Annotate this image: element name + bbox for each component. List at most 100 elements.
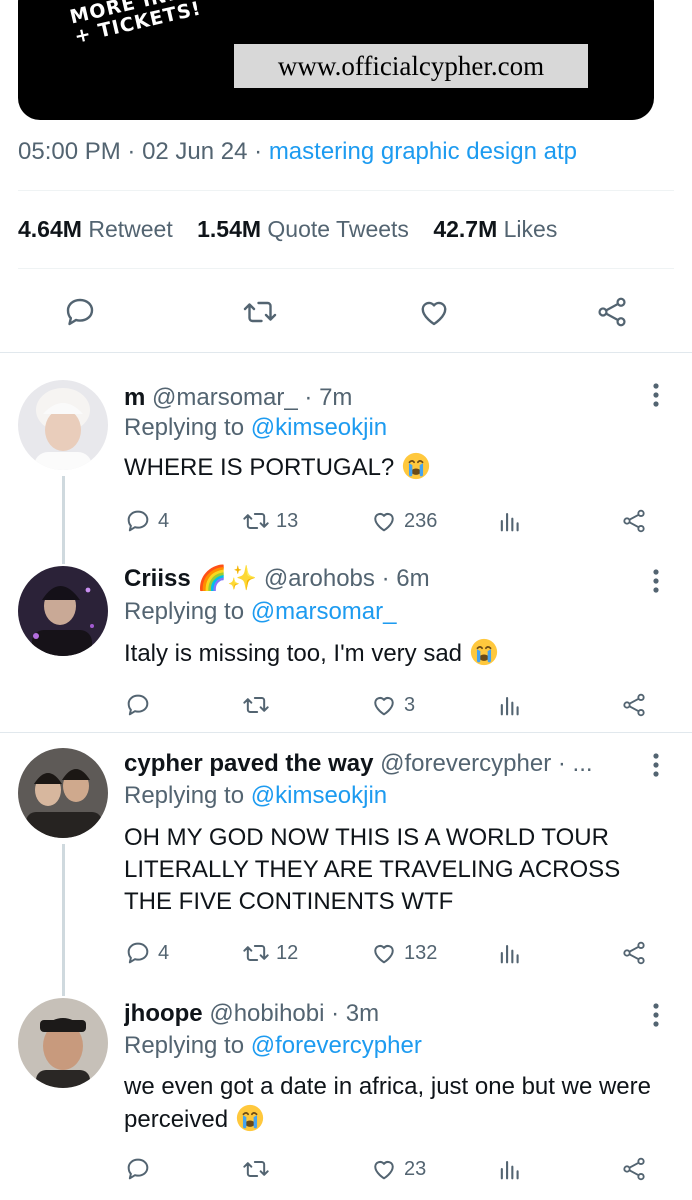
reply-button[interactable]: 4 bbox=[124, 506, 169, 536]
like-count: 23 bbox=[404, 1157, 427, 1180]
like-icon[interactable] bbox=[416, 294, 452, 330]
analytics-button[interactable] bbox=[496, 690, 524, 720]
more-options-icon[interactable] bbox=[646, 1000, 666, 1030]
display-name[interactable]: Criiss 🌈✨ bbox=[124, 565, 257, 592]
share-button[interactable] bbox=[620, 690, 648, 720]
reply-button[interactable] bbox=[124, 1154, 158, 1184]
like-count: 236 bbox=[404, 509, 438, 532]
replying-to-handle[interactable]: @marsomar_ bbox=[251, 598, 397, 625]
quote-stat[interactable]: 1.54M Quote Tweets bbox=[197, 216, 409, 242]
like-icon bbox=[370, 1155, 398, 1183]
share-icon[interactable] bbox=[594, 294, 630, 330]
reply-count: 4 bbox=[158, 941, 170, 964]
avatar[interactable] bbox=[18, 748, 108, 838]
replying-to-handle[interactable]: @forevercypher bbox=[251, 1032, 422, 1059]
tweet-source-link[interactable]: mastering graphic design atp bbox=[269, 138, 577, 165]
replying-prefix: Replying to bbox=[124, 414, 251, 441]
tweet-time: 05:00 PM bbox=[18, 138, 121, 165]
reply-actions: 23 bbox=[124, 1154, 664, 1184]
reply-icon[interactable] bbox=[62, 294, 98, 330]
more-options-icon[interactable] bbox=[646, 750, 666, 780]
retweet-icon bbox=[242, 691, 270, 719]
replying-to-handle[interactable]: @kimseokjin bbox=[251, 782, 387, 809]
handle-and-time[interactable]: @forevercypher · ... bbox=[380, 750, 592, 777]
reply-text: Italy is missing too, I'm very sad bbox=[124, 640, 463, 667]
replying-prefix: Replying to bbox=[124, 598, 251, 625]
reply-icon bbox=[124, 939, 152, 967]
avatar[interactable] bbox=[18, 380, 108, 470]
like-button[interactable]: 3 bbox=[370, 690, 415, 720]
reply-count: 4 bbox=[158, 509, 170, 532]
divider bbox=[18, 268, 674, 269]
more-options-icon[interactable] bbox=[646, 566, 666, 596]
reply-text-wrap: WHERE IS PORTUGAL? bbox=[124, 451, 664, 484]
retweet-button[interactable] bbox=[242, 690, 276, 720]
retweet-button[interactable]: 12 bbox=[242, 938, 298, 968]
like-icon bbox=[370, 507, 398, 535]
likes-stat[interactable]: 42.7M Likes bbox=[433, 216, 557, 242]
tweet-stats: 4.64M Retweet 1.54M Quote Tweets 42.7M L… bbox=[18, 216, 575, 243]
like-button[interactable]: 132 bbox=[370, 938, 437, 968]
handle-and-time[interactable]: @arohobs · 6m bbox=[264, 565, 430, 592]
main-action-bar bbox=[0, 288, 692, 334]
like-button[interactable]: 236 bbox=[370, 506, 437, 536]
reply-header: m @marsomar_ · 7m bbox=[124, 384, 634, 412]
like-icon bbox=[370, 691, 398, 719]
display-name[interactable]: cypher paved the way bbox=[124, 750, 373, 777]
like-button[interactable]: 23 bbox=[370, 1154, 426, 1184]
reply-text: OH MY GOD NOW THIS IS A WORLD TOUR LITER… bbox=[124, 824, 621, 915]
retweet-button[interactable]: 13 bbox=[242, 506, 298, 536]
share-button[interactable] bbox=[620, 506, 648, 536]
reply-actions: 4 13 236 bbox=[124, 506, 664, 536]
tweet-date: 02 Jun 24 bbox=[142, 138, 248, 165]
avatar[interactable] bbox=[18, 998, 108, 1088]
promo-banner-image[interactable]: MORE INFO + TICKETS! www.officialcypher.… bbox=[18, 0, 654, 120]
reply-button[interactable] bbox=[124, 690, 158, 720]
handle-and-time[interactable]: @hobihobi · 3m bbox=[209, 1000, 379, 1027]
analytics-button[interactable] bbox=[496, 938, 524, 968]
share-button[interactable] bbox=[620, 938, 648, 968]
crying-face-emoji bbox=[469, 637, 499, 667]
stats-icon bbox=[496, 939, 524, 967]
reply-button[interactable]: 4 bbox=[124, 938, 169, 968]
site-url-box: www.officialcypher.com bbox=[234, 44, 588, 88]
replying-prefix: Replying to bbox=[124, 782, 251, 809]
retweet-icon bbox=[242, 939, 270, 967]
divider bbox=[18, 190, 674, 191]
crying-face-emoji bbox=[235, 1103, 265, 1133]
replying-to: Replying to @kimseokjin bbox=[124, 782, 387, 810]
retweet-label: Retweet bbox=[88, 216, 173, 242]
retweet-icon bbox=[242, 507, 270, 535]
display-name[interactable]: jhoope bbox=[124, 1000, 203, 1027]
avatar[interactable] bbox=[18, 566, 108, 656]
replying-to-handle[interactable]: @kimseokjin bbox=[251, 414, 387, 441]
reply-text-wrap: we even got a date in africa, just one b… bbox=[124, 1071, 664, 1136]
retweet-count: 13 bbox=[276, 509, 299, 532]
divider bbox=[0, 732, 692, 733]
quote-label: Quote Tweets bbox=[267, 216, 409, 242]
retweet-button[interactable] bbox=[242, 1154, 276, 1184]
analytics-button[interactable] bbox=[496, 506, 524, 536]
stats-icon bbox=[496, 507, 524, 535]
reply-header: cypher paved the way @forevercypher · ..… bbox=[124, 750, 634, 778]
crying-face-emoji bbox=[401, 451, 431, 481]
quote-count: 1.54M bbox=[197, 216, 262, 242]
stats-icon bbox=[496, 1155, 524, 1183]
thread-line bbox=[62, 844, 65, 996]
reply-text-wrap: Italy is missing too, I'm very sad bbox=[124, 637, 664, 670]
handle-and-time[interactable]: @marsomar_ · 7m bbox=[152, 384, 352, 411]
share-icon bbox=[620, 507, 648, 535]
like-icon bbox=[370, 939, 398, 967]
tweet-meta: 05:00 PM · 02 Jun 24 · mastering graphic… bbox=[18, 138, 577, 166]
retweet-icon[interactable] bbox=[242, 294, 278, 330]
retweet-stat[interactable]: 4.64M Retweet bbox=[18, 216, 173, 242]
analytics-button[interactable] bbox=[496, 1154, 524, 1184]
reply-icon bbox=[124, 1155, 152, 1183]
share-button[interactable] bbox=[620, 1154, 648, 1184]
reply-icon bbox=[124, 507, 152, 535]
display-name[interactable]: m bbox=[124, 384, 145, 411]
reply-text: WHERE IS PORTUGAL? bbox=[124, 454, 395, 481]
more-options-icon[interactable] bbox=[646, 380, 666, 410]
replying-to: Replying to @marsomar_ bbox=[124, 598, 396, 626]
divider bbox=[0, 352, 692, 353]
